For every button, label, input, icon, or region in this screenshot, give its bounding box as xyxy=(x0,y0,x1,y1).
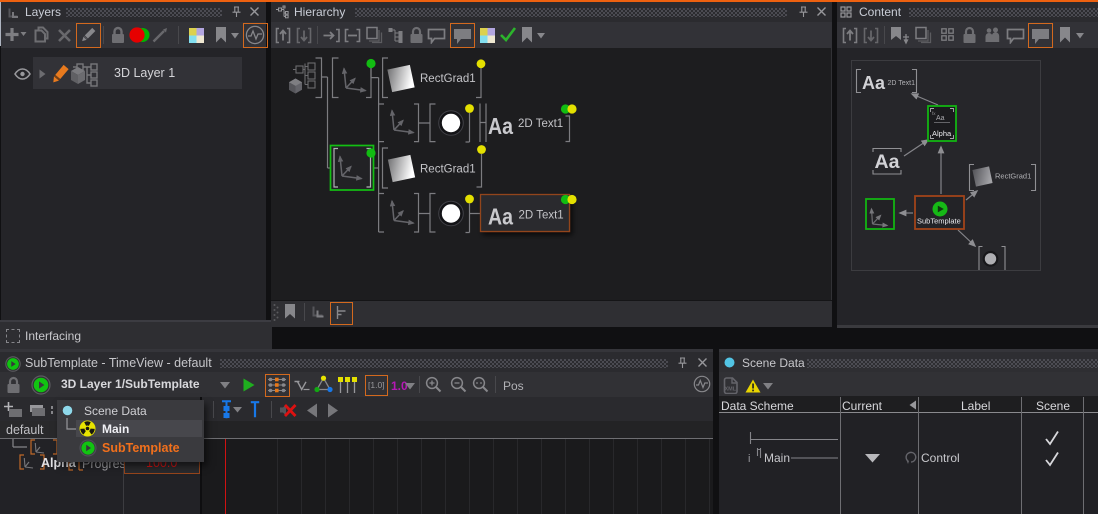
svg-text:Aa: Aa xyxy=(488,113,513,139)
svg-text:2D Text1: 2D Text1 xyxy=(888,80,916,87)
svg-text:Aa: Aa xyxy=(488,204,513,230)
svg-text:Aa: Aa xyxy=(936,115,945,122)
svg-text:RectGrad1: RectGrad1 xyxy=(995,172,1031,181)
svg-text:2D Text1: 2D Text1 xyxy=(519,210,564,222)
svg-text:SubTemplate: SubTemplate xyxy=(917,217,961,226)
svg-text:RectGrad1: RectGrad1 xyxy=(420,73,476,85)
svg-text:i: i xyxy=(748,453,750,465)
svg-text:Aa: Aa xyxy=(875,152,900,173)
svg-text:XML: XML xyxy=(725,387,737,393)
svg-text:Aa: Aa xyxy=(862,73,886,93)
svg-text:RectGrad1: RectGrad1 xyxy=(420,164,476,176)
svg-text:2D Text1: 2D Text1 xyxy=(518,118,563,130)
svg-text:Alpha: Alpha xyxy=(932,129,952,138)
